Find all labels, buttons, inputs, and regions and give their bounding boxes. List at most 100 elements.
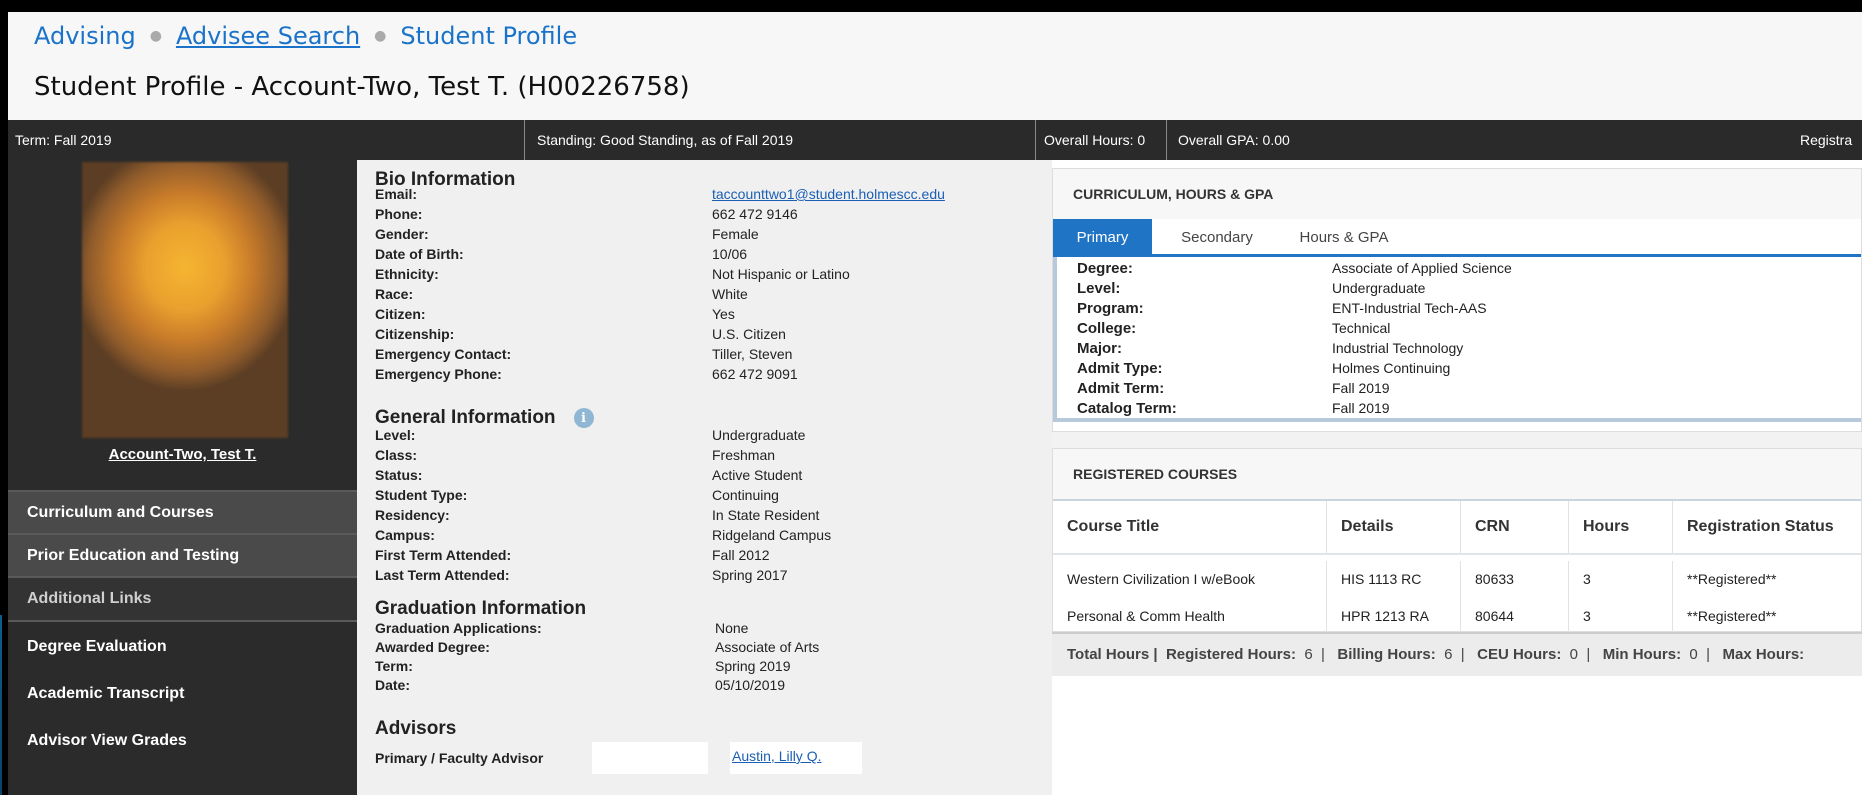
field-value: None	[715, 620, 749, 636]
field-value: Fall 2019	[1332, 400, 1390, 416]
field-label: Class:	[375, 447, 418, 463]
tab-hours-gpa[interactable]: Hours & GPA	[1289, 219, 1399, 257]
term-status: Term: Fall 2019	[15, 132, 112, 148]
min-hours-label: Min Hours:	[1602, 646, 1682, 663]
field-value: 662 472 9091	[712, 366, 798, 382]
general-row-student-type: Student Type: Continuing	[375, 487, 1035, 507]
breadcrumb-separator: ●	[149, 28, 162, 44]
status-bar: Term: Fall 2019 Standing: Good Standing,…	[8, 120, 1862, 160]
ceu-hours-value: 0	[1569, 646, 1578, 663]
general-row-first-term: First Term Attended: Fall 2012	[375, 547, 1035, 567]
sidebar-item-prior-education[interactable]: Prior Education and Testing	[8, 535, 357, 576]
field-label: Student Type:	[375, 487, 468, 503]
sidebar-item-degree-evaluation[interactable]: Degree Evaluation	[8, 625, 357, 669]
field-value: Holmes Continuing	[1332, 360, 1451, 376]
billing-hours-label: Billing Hours:	[1337, 646, 1436, 663]
advisor-row: Primary / Faculty Advisor Austin, Lilly …	[375, 742, 862, 774]
course-title-cell: Personal & Comm Health	[1053, 598, 1327, 635]
field-label: Term:	[375, 658, 413, 674]
graduation-information-title: Graduation Information	[375, 598, 587, 619]
field-value: Active Student	[712, 467, 803, 483]
info-icon[interactable]: i	[573, 408, 594, 428]
table-row: Personal & Comm Health HPR 1213 RA 80644…	[1053, 598, 1861, 635]
course-title-cell: Western Civilization I w/eBook	[1053, 561, 1327, 598]
advisors-title: Advisors	[375, 718, 457, 739]
general-row-campus: Campus: Ridgeland Campus	[375, 527, 1035, 547]
graduation-row-term: Term: Spring 2019	[375, 658, 1035, 678]
course-details-cell: HIS 1113 RC	[1327, 561, 1461, 598]
field-value: 662 472 9146	[712, 206, 798, 222]
bio-row-emergency-contact: Emergency Contact: Tiller, Steven	[375, 346, 1035, 366]
field-value: Technical	[1332, 320, 1391, 336]
sidebar-item-academic-transcript[interactable]: Academic Transcript	[8, 672, 357, 716]
field-value: Continuing	[712, 487, 779, 503]
billing-hours-value: 6	[1444, 646, 1453, 663]
email-link[interactable]: taccounttwo1@student.holmescc.edu	[712, 186, 945, 202]
field-value: Freshman	[712, 447, 776, 463]
bio-row-race: Race: White	[375, 286, 1035, 306]
field-label: Awarded Degree:	[375, 639, 490, 655]
field-label: Status:	[375, 467, 423, 483]
breadcrumb-advising[interactable]: Advising	[34, 22, 136, 50]
status-divider	[1035, 120, 1036, 160]
column-header-course-title[interactable]: Course Title	[1053, 501, 1327, 553]
student-name-link[interactable]: Account-Two, Test T.	[8, 446, 357, 463]
sidebar-item-additional-links[interactable]: Additional Links	[8, 578, 357, 620]
table-row: Western Civilization I w/eBook HIS 1113 …	[1053, 561, 1861, 598]
field-value: Fall 2012	[712, 547, 770, 563]
general-information-label: General Information	[375, 407, 556, 428]
student-photo	[82, 162, 288, 438]
course-crn-cell: 80644	[1461, 598, 1569, 635]
bio-row-email: Email: taccounttwo1@student.holmescc.edu	[375, 186, 1035, 206]
page-header: Advising ● Advisee Search ● Student Prof…	[8, 12, 1862, 120]
sidebar-item-curriculum[interactable]: Curriculum and Courses	[8, 492, 357, 533]
field-label: Last Term Attended:	[375, 567, 510, 583]
overall-hours-status: Overall Hours: 0	[1044, 132, 1146, 148]
graduation-row-date: Date: 05/10/2019	[375, 677, 1035, 697]
registered-courses-card: REGISTERED COURSES Course Title Details …	[1052, 448, 1862, 635]
field-value: In State Resident	[712, 507, 820, 523]
registered-hours-label: Registered Hours:	[1165, 646, 1296, 663]
card-gap	[1052, 432, 1862, 448]
column-header-details[interactable]: Details	[1327, 501, 1461, 553]
column-header-crn[interactable]: CRN	[1461, 501, 1569, 553]
registered-hours-value: 6	[1304, 646, 1313, 663]
field-label: Catalog Term:	[1077, 400, 1177, 417]
field-label: Ethnicity:	[375, 266, 439, 282]
tab-primary[interactable]: Primary	[1053, 219, 1152, 257]
sidebar-item-advisor-view-grades[interactable]: Advisor View Grades	[8, 719, 357, 763]
field-label: Gender:	[375, 226, 429, 242]
right-panel-empty-area	[1052, 676, 1862, 795]
registered-courses-header: REGISTERED COURSES	[1053, 449, 1861, 499]
advisor-link[interactable]: Austin, Lilly Q.	[730, 742, 821, 774]
tab-secondary[interactable]: Secondary	[1162, 219, 1272, 257]
field-label: Date:	[375, 677, 411, 693]
field-label: Race:	[375, 286, 414, 302]
field-value: Spring 2019	[715, 658, 791, 674]
field-label: Emergency Contact:	[375, 346, 512, 362]
breadcrumb-student-profile[interactable]: Student Profile	[400, 22, 577, 50]
field-value: Industrial Technology	[1332, 340, 1464, 356]
field-label: Admit Term:	[1077, 380, 1165, 397]
breadcrumb-advisee-search[interactable]: Advisee Search	[176, 22, 360, 50]
field-label: Email:	[375, 186, 418, 202]
course-details-cell: HPR 1213 RA	[1327, 598, 1461, 635]
bio-row-citizenship: Citizenship: U.S. Citizen	[375, 326, 1035, 346]
field-value: Undergraduate	[712, 427, 806, 443]
registration-status: Registra	[1800, 132, 1853, 148]
overall-gpa-status: Overall GPA: 0.00	[1178, 132, 1290, 148]
general-information-title: General Information i	[375, 407, 594, 429]
curriculum-card-title: CURRICULUM, HOURS & GPA	[1073, 186, 1274, 202]
breadcrumb: Advising ● Advisee Search ● Student Prof…	[34, 18, 577, 54]
field-label: Citizen:	[375, 306, 426, 322]
field-value: Undergraduate	[1332, 280, 1426, 296]
ceu-hours-label: CEU Hours:	[1477, 646, 1562, 663]
curriculum-card-header: CURRICULUM, HOURS & GPA	[1053, 169, 1861, 219]
hours-summary-bar: Total Hours | Registered Hours: 6 | Bill…	[1052, 632, 1862, 676]
field-label: Emergency Phone:	[375, 366, 502, 382]
field-label: Campus:	[375, 527, 435, 543]
column-header-hours[interactable]: Hours	[1569, 501, 1673, 553]
field-label: Program:	[1077, 300, 1144, 317]
column-header-registration-status[interactable]: Registration Status	[1673, 501, 1862, 553]
advisor-label: Primary / Faculty Advisor	[375, 750, 544, 766]
